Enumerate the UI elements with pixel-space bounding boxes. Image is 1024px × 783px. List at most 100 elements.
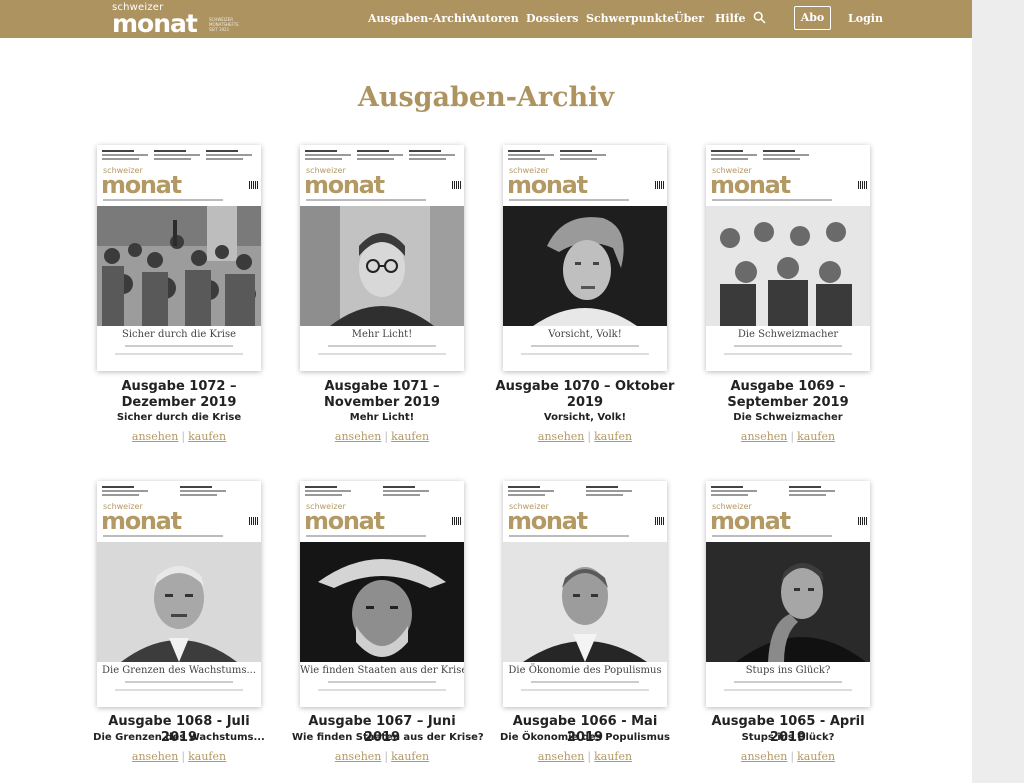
view-link[interactable]: ansehen <box>132 430 178 443</box>
issue-links: ansehen | kaufen <box>131 750 227 763</box>
view-link[interactable]: ansehen <box>538 430 584 443</box>
buy-link[interactable]: kaufen <box>594 430 632 443</box>
issue-title: Stups ins Glück? <box>741 732 835 743</box>
cover-title: Die Schweizmacher <box>737 329 839 340</box>
logo-tagline: SCHWEIZER MONATSHEFTE SEIT 1921 <box>209 17 239 32</box>
cover-teasers <box>305 485 459 501</box>
cover-teasers <box>102 149 256 165</box>
buy-link[interactable]: kaufen <box>391 750 429 763</box>
cover-teasers <box>508 149 662 165</box>
cover-logo: monat <box>507 507 588 535</box>
view-link[interactable]: ansehen <box>741 750 787 763</box>
cover-teasers <box>305 149 459 165</box>
cover-subline <box>509 535 629 537</box>
issue-cover[interactable]: schweizer monat Die Schweizmacher <box>706 145 870 371</box>
cover-engraving-group <box>706 206 870 326</box>
issue-title: Die Grenzen des Wachstums... <box>93 732 265 743</box>
cover-title: Wie finden Staaten aus der Krise? <box>300 665 464 676</box>
cover-logo: monat <box>710 171 791 199</box>
issue-cover[interactable]: schweizer monat Wie finden Staaten aus d… <box>300 481 464 707</box>
nav-item-ausgaben-archiv[interactable]: Ausgaben-Archiv <box>368 12 472 25</box>
cover-title: Mehr Licht! <box>351 329 413 340</box>
issue-cover[interactable]: schweizer monat Die Ökonomie des Populis… <box>503 481 667 707</box>
top-navigation: schweizer monat SCHWEIZER MONATSHEFTE SE… <box>0 0 972 38</box>
issue-title: Die Schweizmacher <box>733 412 843 423</box>
cover-subline <box>712 535 832 537</box>
issue-title: Mehr Licht! <box>349 412 415 423</box>
cover-barcode <box>249 181 258 189</box>
cover-barcode <box>249 517 258 525</box>
issue-cover[interactable]: schweizer monat Vorsicht, Volk! <box>503 145 667 371</box>
nav-item-hilfe[interactable]: Hilfe <box>715 12 745 25</box>
cover-barcode <box>452 181 461 189</box>
cover-teasers <box>711 149 865 165</box>
cover-title: Sicher durch die Krise <box>121 329 236 340</box>
issue-cover[interactable]: schweizer monat Mehr Licht! <box>300 145 464 371</box>
login-link[interactable]: Login <box>848 12 883 25</box>
abo-button[interactable]: Abo <box>794 6 831 30</box>
issue-heading: Ausgabe 1072 – Dezember 2019 <box>121 379 237 410</box>
cover-logo: monat <box>304 171 385 199</box>
issue-title: Vorsicht, Volk! <box>543 412 627 423</box>
issue-title: Die Ökonomie des Populismus <box>500 732 670 743</box>
nav-item-ueber[interactable]: Über <box>674 12 704 25</box>
cover-illustration-crowd <box>97 206 261 326</box>
view-link[interactable]: ansehen <box>335 430 381 443</box>
issue-heading: Ausgabe 1070 – Oktober 2019 <box>495 379 675 410</box>
cover-photo-man-jacket <box>503 542 667 662</box>
cover-photo-older-man <box>503 206 667 326</box>
cover-teasers <box>508 485 662 501</box>
cover-subline <box>103 535 223 537</box>
issue-cover[interactable]: schweizer monat Sicher durch die Krise <box>97 145 261 371</box>
cover-barcode <box>452 517 461 525</box>
cover-photo-man-suit <box>97 542 261 662</box>
cover-photo-man-thinking <box>706 542 870 662</box>
cover-logo: monat <box>304 507 385 535</box>
view-link[interactable]: ansehen <box>538 750 584 763</box>
cover-logo: monat <box>710 507 791 535</box>
buy-link[interactable]: kaufen <box>797 430 835 443</box>
issue-links: ansehen | kaufen <box>740 430 836 443</box>
cover-subline <box>306 535 426 537</box>
cover-subline <box>712 199 832 201</box>
search-icon[interactable] <box>753 11 766 24</box>
cover-barcode <box>655 181 664 189</box>
cover-title: Stups ins Glück? <box>745 665 831 676</box>
view-link[interactable]: ansehen <box>741 430 787 443</box>
buy-link[interactable]: kaufen <box>188 750 226 763</box>
buy-link[interactable]: kaufen <box>391 430 429 443</box>
issue-links: ansehen | kaufen <box>334 430 430 443</box>
buy-link[interactable]: kaufen <box>594 750 632 763</box>
issue-cover[interactable]: schweizer monat Die Grenzen des Wachstum… <box>97 481 261 707</box>
page-title: Ausgaben-Archiv <box>357 82 615 113</box>
logo-big-text: monat <box>112 9 198 38</box>
buy-link[interactable]: kaufen <box>797 750 835 763</box>
issue-heading: Ausgabe 1071 – November 2019 <box>324 379 440 410</box>
cover-photo-man-glasses <box>300 206 464 326</box>
issue-title: Sicher durch die Krise <box>116 412 242 423</box>
cover-logo: monat <box>507 171 588 199</box>
view-link[interactable]: ansehen <box>335 750 381 763</box>
buy-link[interactable]: kaufen <box>188 430 226 443</box>
nav-item-schwerpunkte[interactable]: Schwerpunkte <box>586 12 674 25</box>
cover-title: Vorsicht, Volk! <box>548 329 622 340</box>
issue-links: ansehen | kaufen <box>334 750 430 763</box>
view-link[interactable]: ansehen <box>132 750 178 763</box>
cover-title: Die Ökonomie des Populismus <box>508 665 662 676</box>
cover-title: Die Grenzen des Wachstums... <box>101 665 257 676</box>
site-logo[interactable]: schweizer monat SCHWEIZER MONATSHEFTE SE… <box>112 3 239 38</box>
cover-subline <box>509 199 629 201</box>
cover-subline <box>103 199 223 201</box>
nav-item-dossiers[interactable]: Dossiers <box>526 12 578 25</box>
page: schweizer monat SCHWEIZER MONATSHEFTE SE… <box>0 0 972 783</box>
issue-title: Wie finden Staaten aus der Krise? <box>292 732 484 743</box>
issue-links: ansehen | kaufen <box>537 750 633 763</box>
cover-teasers <box>711 485 865 501</box>
issue-cover[interactable]: schweizer monat Stups ins Glück? <box>706 481 870 707</box>
issue-links: ansehen | kaufen <box>740 750 836 763</box>
nav-item-autoren[interactable]: Autoren <box>469 12 519 25</box>
cover-barcode <box>858 181 867 189</box>
cover-barcode <box>858 517 867 525</box>
issue-links: ansehen | kaufen <box>131 430 227 443</box>
cover-logo: monat <box>101 171 182 199</box>
